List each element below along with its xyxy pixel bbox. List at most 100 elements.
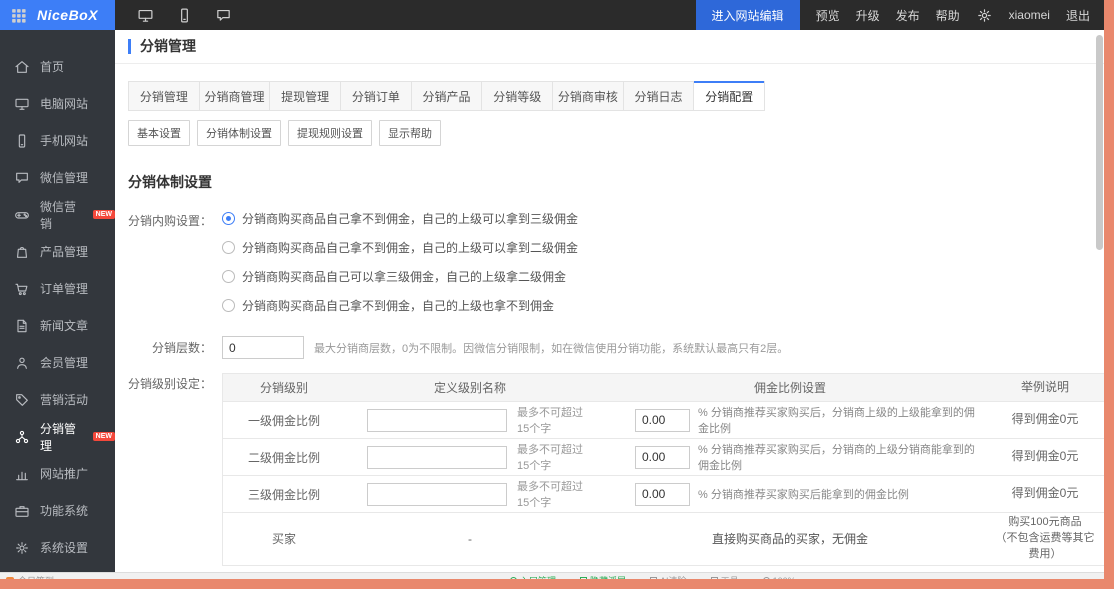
apps-grid-icon[interactable] [10, 7, 27, 24]
name-length-hint: 最多不可超过15个字 [517, 441, 589, 473]
name-cell: 最多不可超过15个字 [345, 402, 595, 438]
level2-rate-input[interactable] [635, 446, 690, 469]
sidebar-item-label: 新闻文章 [40, 317, 88, 334]
desktop-icon[interactable] [137, 7, 154, 24]
chat-icon [14, 170, 30, 186]
new-badge: NEW [93, 432, 115, 441]
name-cell: 最多不可超过15个字 [345, 476, 595, 512]
radio-option-1[interactable]: 分销商购买商品自己拿不到佣金，自己的上级可以拿到三级佣金 [222, 210, 578, 227]
level3-name-input[interactable] [367, 483, 507, 506]
radio-option-4[interactable]: 分销商购买商品自己拿不到佣金，自己的上级也拿不到佣金 [222, 297, 578, 314]
radio-icon[interactable] [222, 270, 235, 283]
example-cell: 购买100元商品 （不包含运费等其它费用） [985, 513, 1104, 565]
sidebar-item-distribution[interactable]: 分销管理 NEW [0, 418, 115, 455]
radio-icon[interactable] [222, 299, 235, 312]
table-row-level3: 三级佣金比例 最多不可超过15个字 % 分销商推荐买家购买后能拿到的佣金比例 得… [223, 475, 1104, 512]
sidebar-item-news[interactable]: 新闻文章 [0, 307, 115, 344]
show-help-button[interactable]: 显示帮助 [379, 120, 441, 146]
page-header: 分销管理 [115, 30, 1104, 64]
radio-option-2[interactable]: 分销商购买商品自己拿不到佣金，自己的上级可以拿到二级佣金 [222, 239, 578, 256]
topbar-view-switch [137, 7, 232, 24]
name-length-hint: 最多不可超过15个字 [517, 478, 589, 510]
tab-distribution-mgmt[interactable]: 分销管理 [129, 82, 200, 110]
sidebar-item-home[interactable]: 首页 [0, 48, 115, 85]
level2-name-input[interactable] [367, 446, 507, 469]
tab-distributor-mgmt[interactable]: 分销商管理 [200, 82, 271, 110]
settings-gear-icon[interactable] [976, 7, 993, 24]
sidebar-item-label: 功能系统 [40, 502, 88, 519]
distribution-system-settings-button[interactable]: 分销体制设置 [197, 120, 281, 146]
briefcase-icon [14, 503, 30, 519]
tab-distribution-products[interactable]: 分销产品 [412, 82, 483, 110]
col-header-level: 分销级别 [223, 377, 345, 398]
section-heading-system: 分销体制设置 [128, 172, 1104, 192]
name-cell: 最多不可超过15个字 [345, 439, 595, 475]
mobile-icon[interactable] [176, 7, 193, 24]
sidebar: 首页 电脑网站 手机网站 微信管理 微信营销NEW 产品管理 订单管理 新闻文章… [0, 30, 115, 572]
internal-purchase-label: 分销内购设置： [128, 210, 212, 326]
preview-link[interactable]: 预览 [816, 7, 840, 24]
withdraw-rules-settings-button[interactable]: 提现规则设置 [288, 120, 372, 146]
logo-block[interactable]: NiceBoX [0, 0, 115, 30]
enter-site-editor-button[interactable]: 进入网站编辑 [696, 0, 800, 30]
tab-distribution-orders[interactable]: 分销订单 [341, 82, 412, 110]
level1-name-input[interactable] [367, 409, 507, 432]
example-cell: 得到佣金0元 [985, 483, 1104, 504]
publish-link[interactable]: 发布 [896, 7, 920, 24]
bag-icon [14, 244, 30, 260]
tab-distribution-config[interactable]: 分销配置 [694, 81, 764, 110]
home-icon [14, 59, 30, 75]
radio-option-3[interactable]: 分销商购买商品自己可以拿三级佣金，自己的上级拿二级佣金 [222, 268, 578, 285]
radio-label: 分销商购买商品自己拿不到佣金，自己的上级可以拿到二级佣金 [242, 239, 578, 256]
radio-label: 分销商购买商品自己拿不到佣金，自己的上级可以拿到三级佣金 [242, 210, 578, 227]
topbar: NiceBoX 进入网站编辑 预览 升级 发布 帮助 xiaomei 退出 [0, 0, 1104, 30]
radio-icon[interactable] [222, 241, 235, 254]
upgrade-link[interactable]: 升级 [856, 7, 880, 24]
rate-description: % 分销商推荐买家购买后能拿到的佣金比例 [698, 486, 909, 502]
tab-distributor-review[interactable]: 分销商审核 [553, 82, 624, 110]
sidebar-item-wechat-mgmt[interactable]: 微信管理 [0, 159, 115, 196]
level3-rate-input[interactable] [635, 483, 690, 506]
user-icon [14, 355, 30, 371]
sidebar-item-system-settings[interactable]: 系统设置 [0, 529, 115, 566]
network-icon [14, 429, 30, 445]
rate-cell: % 分销商推荐买家购买后，分销商上级的上级能拿到的佣金比例 [595, 402, 985, 438]
sidebar-item-function-system[interactable]: 功能系统 [0, 492, 115, 529]
desktop-icon [14, 96, 30, 112]
levels-count-input[interactable] [222, 336, 304, 359]
sidebar-item-site-promotion[interactable]: 网站推广 [0, 455, 115, 492]
level-table-row: 分销级别设定： 分销级别 定义级别名称 佣金比例设置 举例说明 一级佣金比例 最… [128, 373, 1104, 566]
sidebar-item-wechat-marketing[interactable]: 微信营销NEW [0, 196, 115, 233]
sidebar-item-label: 首页 [40, 58, 64, 75]
username[interactable]: xiaomei [1009, 8, 1050, 22]
basic-settings-button[interactable]: 基本设置 [128, 120, 190, 146]
vertical-scrollbar[interactable] [1096, 35, 1103, 250]
help-link[interactable]: 帮助 [936, 7, 960, 24]
sidebar-item-products[interactable]: 产品管理 [0, 233, 115, 270]
rate-description: % 分销商推荐买家购买后，分销商上级的上级能拿到的佣金比例 [698, 404, 979, 436]
tab-bar: 分销管理 分销商管理 提现管理 分销订单 分销产品 分销等级 分销商审核 分销日… [128, 81, 765, 111]
sidebar-item-pc-site[interactable]: 电脑网站 [0, 85, 115, 122]
sidebar-item-label: 分销管理 [40, 420, 83, 454]
name-cell: - [345, 530, 595, 548]
tab-distribution-levels[interactable]: 分销等级 [482, 82, 553, 110]
sidebar-item-orders[interactable]: 订单管理 [0, 270, 115, 307]
desktop-background-right [1104, 0, 1114, 589]
name-length-hint: 最多不可超过15个字 [517, 404, 589, 436]
radio-checked-icon[interactable] [222, 212, 235, 225]
col-header-example: 举例说明 [985, 377, 1104, 398]
tab-distribution-log[interactable]: 分销日志 [624, 82, 695, 110]
sidebar-item-members[interactable]: 会员管理 [0, 344, 115, 381]
sidebar-item-label: 产品管理 [40, 243, 88, 260]
sidebar-item-mobile-site[interactable]: 手机网站 [0, 122, 115, 159]
levels-count-label: 分销层数： [128, 339, 212, 356]
logout-link[interactable]: 退出 [1066, 7, 1090, 24]
tab-withdraw-mgmt[interactable]: 提现管理 [270, 82, 341, 110]
sidebar-item-marketing[interactable]: 营销活动 [0, 381, 115, 418]
level1-rate-input[interactable] [635, 409, 690, 432]
chat-icon[interactable] [215, 7, 232, 24]
commission-level-table: 分销级别 定义级别名称 佣金比例设置 举例说明 一级佣金比例 最多不可超过15个… [222, 373, 1104, 566]
topbar-right: 进入网站编辑 预览 升级 发布 帮助 xiaomei 退出 [696, 0, 1104, 30]
table-row-level1: 一级佣金比例 最多不可超过15个字 % 分销商推荐买家购买后，分销商上级的上级能… [223, 401, 1104, 438]
sidebar-item-label: 微信管理 [40, 169, 88, 186]
